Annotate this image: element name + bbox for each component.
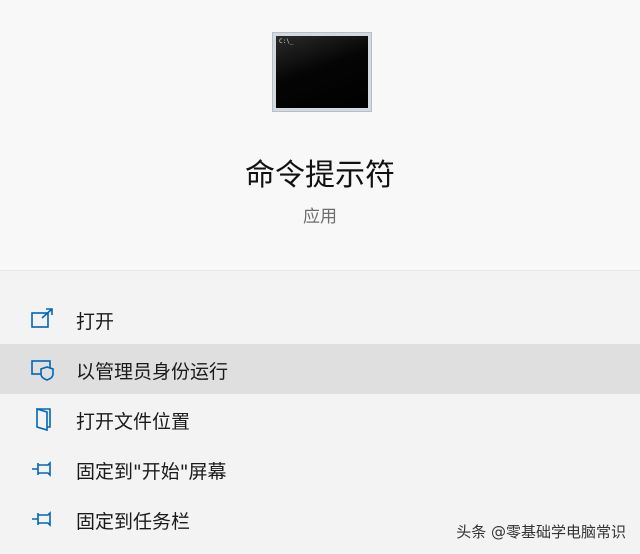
menu-item-label: 固定到任务栏: [76, 511, 191, 533]
menu-item-run-as-admin[interactable]: 以管理员身份运行: [0, 344, 640, 394]
console-prompt-text: C:\_: [279, 38, 294, 45]
menu-item-label: 打开: [76, 311, 115, 333]
app-type: 应用: [303, 207, 337, 227]
divider: [0, 270, 640, 271]
console-screen: [276, 36, 368, 108]
menu-item-label: 以管理员身份运行: [76, 361, 229, 383]
menu-item-open-file-location[interactable]: 打开文件位置: [0, 394, 640, 444]
menu-item-label: 固定到"开始"屏幕: [76, 461, 227, 483]
file-location-icon: [36, 407, 51, 432]
menu-item-pin-to-start[interactable]: 固定到"开始"屏幕: [0, 444, 640, 494]
pin-icon: [32, 461, 51, 477]
menu-item-open[interactable]: 打开: [0, 294, 640, 344]
shield-admin-icon: [31, 360, 54, 381]
context-menu: 打开 以管理员身份运行 打开文件位置 固定到"开始"屏幕 固定到任务栏: [0, 294, 640, 544]
watermark: 头条 @零基础学电脑常识: [456, 523, 626, 541]
pin-icon: [32, 511, 51, 527]
app-header: C:\_ 命令提示符 应用: [0, 0, 640, 270]
open-icon: [31, 308, 53, 328]
command-prompt-icon: C:\_: [272, 32, 372, 112]
app-title: 命令提示符: [245, 158, 395, 193]
menu-item-label: 打开文件位置: [76, 411, 191, 433]
